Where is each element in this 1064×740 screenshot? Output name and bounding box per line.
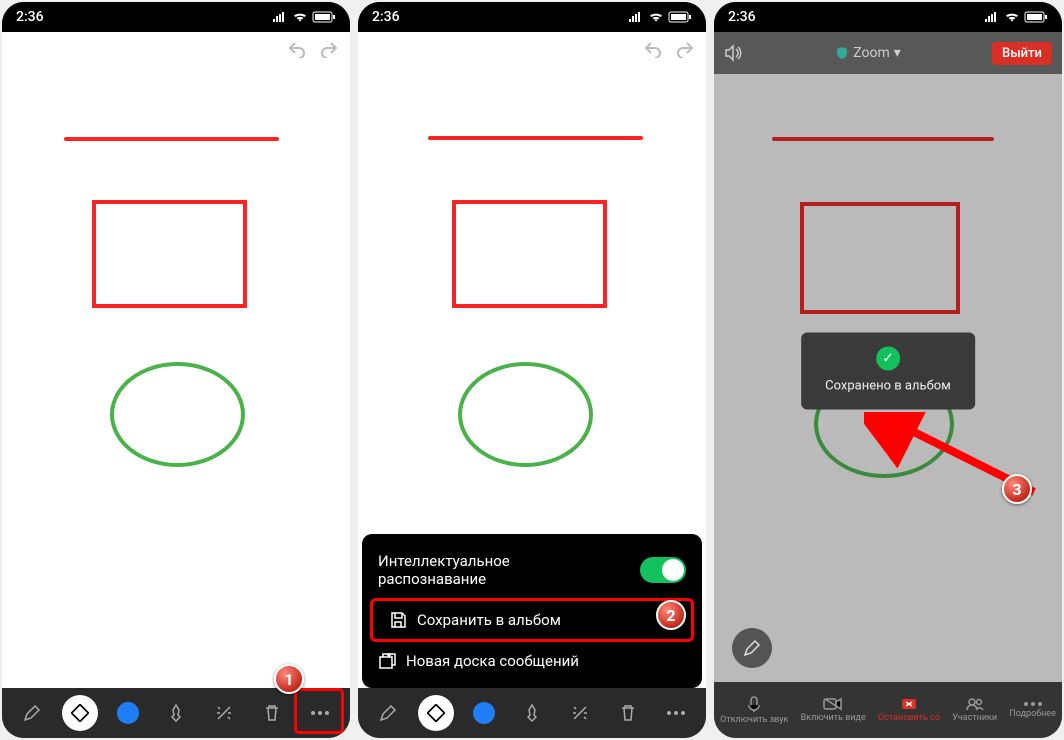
annotate-fab[interactable] bbox=[732, 628, 772, 668]
badge-2: 2 bbox=[656, 600, 686, 630]
redo-icon[interactable] bbox=[318, 40, 340, 58]
color-picker[interactable] bbox=[110, 695, 146, 731]
chevron-down-icon: ▾ bbox=[894, 45, 901, 61]
mute-button[interactable]: Отключить звук bbox=[720, 695, 788, 725]
drawing-line bbox=[428, 136, 643, 140]
clock: 2:36 bbox=[372, 9, 400, 25]
drawing-ellipse bbox=[110, 362, 245, 467]
stop-share-button[interactable]: Остановить со bbox=[878, 697, 940, 723]
toast-text: Сохранено в альбом bbox=[825, 378, 951, 393]
trash-tool[interactable] bbox=[610, 695, 646, 731]
more-tool[interactable] bbox=[302, 695, 338, 731]
video-button[interactable]: Включить виде bbox=[801, 697, 866, 723]
exit-button[interactable]: Выйти bbox=[992, 42, 1052, 65]
smart-recognition-toggle-row[interactable]: Интеллектуальное распознавание bbox=[362, 542, 702, 598]
meeting-view: Zoom ▾ Выйти ✓ Сохранено в альбом Отключ… bbox=[714, 32, 1062, 738]
save-to-album-button[interactable]: Сохранить в альбом bbox=[373, 601, 691, 639]
eraser-tool[interactable] bbox=[418, 695, 454, 731]
drawing-rect bbox=[92, 200, 247, 308]
speaker-icon[interactable] bbox=[724, 44, 744, 62]
drawing-line bbox=[772, 137, 994, 141]
save-icon bbox=[389, 611, 407, 629]
more-popup: Интеллектуальное распознавание Сохранить… bbox=[362, 534, 702, 688]
trash-tool[interactable] bbox=[254, 695, 290, 731]
magic-tool[interactable] bbox=[562, 695, 598, 731]
badge-3: 3 bbox=[1002, 474, 1032, 504]
magic-tool[interactable] bbox=[206, 695, 242, 731]
redo-icon[interactable] bbox=[674, 40, 696, 58]
meeting-title[interactable]: Zoom bbox=[853, 45, 890, 61]
meeting-header: Zoom ▾ Выйти bbox=[714, 32, 1062, 74]
save-label: Сохранить в альбом bbox=[417, 611, 561, 629]
new-board-icon bbox=[378, 652, 396, 670]
check-icon: ✓ bbox=[876, 346, 900, 370]
drawing-line bbox=[64, 137, 279, 141]
spotlight-tool[interactable] bbox=[158, 695, 194, 731]
new-board-button[interactable]: Новая доска сообщений bbox=[362, 642, 702, 680]
clock: 2:36 bbox=[728, 9, 756, 25]
status-bar: 2:36 bbox=[714, 2, 1062, 32]
undo-icon[interactable] bbox=[642, 40, 664, 58]
screen-2: 2:36 Интеллектуальное распознавание Сохр… bbox=[358, 2, 706, 738]
badge-1: 1 bbox=[274, 664, 304, 694]
status-bar: 2:36 bbox=[2, 2, 350, 32]
meeting-bottombar: Отключить звук Включить виде Остановить … bbox=[714, 682, 1062, 738]
spotlight-tool[interactable] bbox=[514, 695, 550, 731]
whiteboard-canvas[interactable] bbox=[2, 32, 350, 688]
status-bar: 2:36 bbox=[358, 2, 706, 32]
more-button[interactable]: Подробнее bbox=[1009, 701, 1056, 719]
status-icons bbox=[984, 11, 1048, 23]
more-tool[interactable] bbox=[658, 695, 694, 731]
screen-3: 2:36 Zoom ▾ Выйти ✓ Сохранено в альбом bbox=[714, 2, 1062, 738]
toggle-switch[interactable] bbox=[640, 557, 686, 583]
undo-icon[interactable] bbox=[286, 40, 308, 58]
new-board-label: Новая доска сообщений bbox=[406, 652, 579, 670]
smart-recognition-label: Интеллектуальное распознавание bbox=[378, 552, 578, 588]
whiteboard-toolbar bbox=[2, 688, 350, 738]
eraser-tool[interactable] bbox=[62, 695, 98, 731]
shield-icon bbox=[835, 46, 849, 60]
drawing-ellipse bbox=[458, 362, 593, 467]
drawing-rect bbox=[452, 200, 607, 308]
screen-1: 2:36 1 bbox=[2, 2, 350, 738]
pen-tool[interactable] bbox=[370, 695, 406, 731]
clock: 2:36 bbox=[16, 9, 44, 25]
whiteboard-toolbar bbox=[358, 688, 706, 738]
highlight-save: Сохранить в альбом bbox=[370, 598, 694, 642]
pen-tool[interactable] bbox=[14, 695, 50, 731]
status-icons bbox=[628, 11, 692, 23]
drawing-rect bbox=[800, 202, 960, 314]
whiteboard-canvas[interactable]: Интеллектуальное распознавание Сохранить… bbox=[358, 32, 706, 688]
status-icons bbox=[272, 11, 336, 23]
color-picker[interactable] bbox=[466, 695, 502, 731]
saved-toast: ✓ Сохранено в альбом bbox=[801, 332, 975, 409]
participants-button[interactable]: Участники bbox=[952, 697, 997, 723]
